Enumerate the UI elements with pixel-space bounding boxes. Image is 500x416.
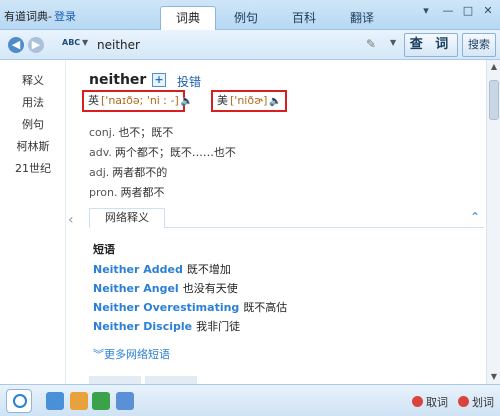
magnifier-icon[interactable] xyxy=(6,389,32,413)
title-bar: 有道词典- 登录 词典 例句 百科 翻译 ▾ — □ ✕ xyxy=(0,0,500,30)
part-of-speech: adj. xyxy=(89,166,110,179)
sidebar-item-definition[interactable]: 释义 xyxy=(0,72,66,88)
red-dot-icon xyxy=(412,396,423,407)
chevron-left-icon[interactable]: ‹ xyxy=(68,212,74,228)
phrase-meaning: 既不增加 xyxy=(186,263,231,276)
more-phrases-label: 更多网络短语 xyxy=(104,348,170,361)
tab-bar: 词典 例句 百科 翻译 xyxy=(160,6,392,30)
sidebar-item-21century[interactable]: 21世纪 xyxy=(0,160,66,176)
scroll-thumb[interactable] xyxy=(489,80,499,120)
back-icon[interactable]: ◀ xyxy=(8,37,24,53)
abc-icon[interactable]: ABC xyxy=(62,38,80,47)
definition-text: 两者都不的 xyxy=(112,166,168,179)
uk-label: 英 xyxy=(88,94,99,107)
search-row: ◀ ▶ ABC ▼ ✎ ▼ 查 词 搜索 xyxy=(0,30,500,60)
scroll-down-icon[interactable]: ▼ xyxy=(487,370,500,384)
wordbook-icon[interactable] xyxy=(46,392,64,410)
part-of-speech: pron. xyxy=(89,186,118,199)
forward-icon[interactable]: ▶ xyxy=(28,37,44,53)
us-pronunciation: 美 ['niðɚ] 🔈 xyxy=(211,90,287,112)
speaker-icon[interactable]: 🔈 xyxy=(269,96,281,107)
report-error-link[interactable]: 投错 xyxy=(177,73,201,90)
phrase-item: Neither Added 既不增加 xyxy=(93,261,231,277)
definition-item: conj. 也不；既不 xyxy=(89,124,173,140)
login-link[interactable]: 登录 xyxy=(54,10,76,23)
part-of-speech: adv. xyxy=(89,146,112,159)
minimize-icon[interactable]: — xyxy=(438,3,458,19)
capture-word-label: 取词 xyxy=(426,396,448,409)
headword: neither xyxy=(89,72,147,88)
history-dropdown-icon[interactable]: ▼ xyxy=(390,38,396,47)
phrase-meaning: 既不高估 xyxy=(243,301,288,314)
section-tab[interactable] xyxy=(89,376,141,384)
us-ipa: ['niðɚ] xyxy=(230,94,268,107)
part-of-speech: conj. xyxy=(89,126,116,139)
sidebar-item-usage[interactable]: 用法 xyxy=(0,94,66,110)
sidebar-item-collins[interactable]: 柯林斯 xyxy=(0,138,66,154)
bottom-section-tabs xyxy=(89,376,289,384)
vertical-scrollbar[interactable]: ▲ ▼ xyxy=(486,60,500,384)
status-bar: 取词 划词 xyxy=(0,384,500,416)
chevron-down-icon[interactable]: ▼ xyxy=(82,38,88,47)
phrase-meaning: 也没有天使 xyxy=(182,282,238,295)
menu-icon[interactable]: ▾ xyxy=(416,3,436,19)
definition-item: adv. 两个都不；既不……也不 xyxy=(89,144,236,160)
definition-text: 两者都不 xyxy=(120,186,165,199)
search-input[interactable] xyxy=(95,34,391,56)
close-icon[interactable]: ✕ xyxy=(478,3,498,19)
definition-item: adj. 两者都不的 xyxy=(89,164,167,180)
phrase-link[interactable]: Neither Disciple xyxy=(93,320,192,333)
us-label: 美 xyxy=(217,94,228,107)
tab-examples[interactable]: 例句 xyxy=(218,6,274,30)
double-chevron-down-icon: ︾ xyxy=(93,348,104,361)
edit-icon[interactable]: ✎ xyxy=(366,37,376,51)
phrase-link[interactable]: Neither Angel xyxy=(93,282,179,295)
web-definition-header: 网络释义 ⌃ xyxy=(89,208,484,228)
phrase-link[interactable]: Neither Overestimating xyxy=(93,301,239,314)
sidebar: 释义 用法 例句 柯林斯 21世纪 xyxy=(0,60,66,384)
sidebar-item-examples[interactable]: 例句 xyxy=(0,116,66,132)
main-content: neither + 投错 英 ['naɪðə; 'ni ː -] 🔈 美 ['niðɚ… xyxy=(66,60,486,384)
uk-pronunciation: 英 ['naɪðə; 'ni ː -] 🔈 xyxy=(82,90,193,112)
definition-item: pron. 两者都不 xyxy=(89,184,164,200)
maximize-icon[interactable]: □ xyxy=(458,3,478,19)
capture-word-toggle[interactable]: 取词 xyxy=(412,394,448,410)
uk-ipa: ['naɪðə; 'ni ː -] xyxy=(101,94,179,107)
scroll-up-icon[interactable]: ▲ xyxy=(487,60,500,74)
tab-web-definition[interactable]: 网络释义 xyxy=(89,208,165,228)
app-title: 有道词典- 登录 xyxy=(4,8,76,24)
select-word-label: 划词 xyxy=(472,396,494,409)
phrase-item: Neither Angel 也没有天使 xyxy=(93,280,238,296)
definition-text: 也不；既不 xyxy=(118,126,174,139)
phrase-meaning: 我非门徒 xyxy=(196,320,241,333)
collapse-icon[interactable]: ⌃ xyxy=(470,210,480,224)
notes-icon[interactable] xyxy=(70,392,88,410)
tab-encyclopedia[interactable]: 百科 xyxy=(276,6,332,30)
app-name: 有道词典- xyxy=(4,10,52,23)
search-button[interactable]: 搜索 xyxy=(462,33,496,57)
add-wordbook-icon[interactable]: + xyxy=(152,73,166,87)
more-phrases-link[interactable]: ︾更多网络短语 xyxy=(93,346,170,362)
tab-dictionary[interactable]: 词典 xyxy=(160,6,216,30)
puzzle-icon[interactable] xyxy=(92,392,110,410)
lookup-button[interactable]: 查 词 xyxy=(404,33,458,57)
speaker-icon[interactable]: 🔈 xyxy=(181,96,193,107)
phrase-link[interactable]: Neither Added xyxy=(93,263,183,276)
select-word-toggle[interactable]: 划词 xyxy=(458,394,494,410)
phrases-title: 短语 xyxy=(93,243,115,256)
phrase-item: Neither Overestimating 既不高估 xyxy=(93,299,287,315)
phrase-item: Neither Disciple 我非门徒 xyxy=(93,318,240,334)
red-dot-icon xyxy=(458,396,469,407)
section-tab[interactable] xyxy=(145,376,197,384)
translate-icon[interactable] xyxy=(116,392,134,410)
tab-translate[interactable]: 翻译 xyxy=(334,6,390,30)
definition-text: 两个都不；既不……也不 xyxy=(114,146,236,159)
